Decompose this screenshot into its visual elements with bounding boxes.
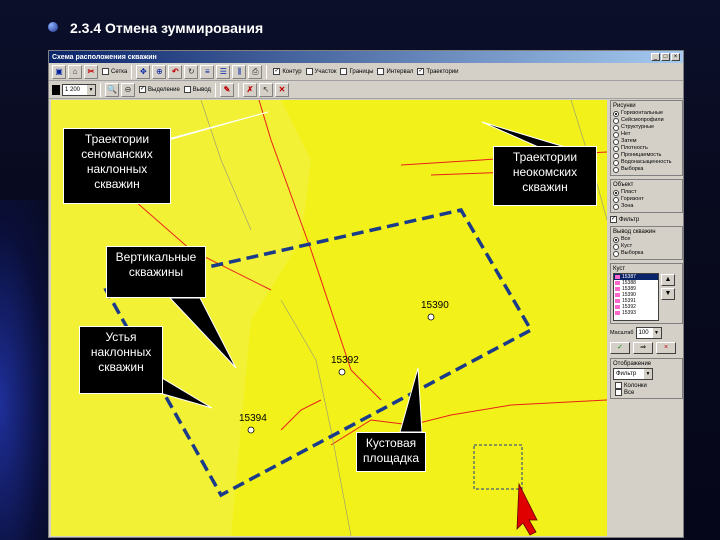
toolbar-separator [131, 64, 133, 79]
layer-option[interactable]: Выборка [613, 166, 680, 173]
action-buttons: ✓ ⇒ × [610, 342, 683, 354]
toolbar-separator [214, 82, 216, 97]
scale-combo[interactable]: 1 200 ▼ [62, 83, 96, 96]
well-label: 15392 [331, 355, 359, 366]
list-down-button[interactable]: ▼ [661, 288, 675, 300]
layer-option[interactable]: Проницаемость [613, 152, 680, 159]
wells-output-group: Вывод скважин Все Куст Выборка [610, 226, 683, 260]
color-swatch[interactable] [52, 84, 60, 95]
callout-neocomian: Траектории неокомских скважин [493, 146, 597, 206]
window-title: Схема расположения скважин [52, 53, 157, 61]
callout-vertical: Вертикальные скважины [106, 246, 206, 298]
callout-wellheads: Устья наклонных скважин [79, 326, 163, 394]
cursor-arrow-icon [516, 482, 538, 536]
cancel-button[interactable]: × [656, 342, 676, 354]
callout-pad: Кустовая площадка [356, 432, 426, 472]
print-icon[interactable]: ⎙ [248, 64, 263, 79]
filter-checkbox[interactable]: ✓ Фильтр [610, 216, 683, 223]
cut-icon[interactable]: ✂ [84, 64, 98, 79]
layer-option[interactable]: Плотность [613, 145, 680, 152]
save-icon[interactable]: ▣ [52, 64, 66, 79]
title-bullet-icon [48, 22, 58, 32]
toolbar-separator [100, 82, 101, 97]
side-panel: Рисунки Горизонтальные Сейсмопрофили Стр… [610, 100, 683, 536]
zoom-in-icon[interactable]: ⊕ [152, 64, 167, 79]
well-marker[interactable] [427, 313, 435, 321]
wells-list-group: Куст 15387 15388 15389 15390 15391 15392… [610, 263, 683, 324]
pan-icon[interactable]: ✥ [136, 64, 151, 79]
wells-output-option[interactable]: Куст [613, 243, 680, 250]
wells-list-title: Куст [613, 266, 626, 272]
open-icon[interactable]: ⌂ [68, 64, 82, 79]
selection-checkbox[interactable]: ✓ Выделение [139, 86, 180, 93]
wells-list[interactable]: 15387 15388 15389 15390 15391 15392 1539… [613, 273, 659, 321]
pointer-icon[interactable]: ↖ [258, 82, 273, 97]
well-marker[interactable] [247, 426, 255, 434]
layer-option[interactable]: Горизонтальные [613, 110, 680, 117]
bounds-checkbox[interactable]: Границы [340, 68, 373, 75]
zoom-label: Масштаб [610, 330, 634, 336]
zoom-row: Масштаб 100 ▼ [610, 327, 683, 339]
columns-icon[interactable]: ⫼ [232, 64, 247, 79]
draw-icon[interactable]: ✗ [242, 82, 257, 97]
toolbar-separator [237, 82, 239, 97]
zoom-selection-box [473, 444, 523, 490]
zoom-out-icon[interactable]: ⊖ [121, 82, 135, 97]
delete-icon[interactable]: ✕ [274, 82, 289, 97]
minimize-button[interactable]: _ [651, 53, 660, 61]
zoom-icon[interactable]: 🔍 [105, 82, 119, 97]
maximize-button[interactable]: □ [661, 53, 670, 61]
list-up-button[interactable]: ▲ [661, 274, 675, 286]
layer-option[interactable]: Затем [613, 138, 680, 145]
zoom-combo[interactable]: 100 ▼ [635, 327, 662, 339]
slide-title: 2.3.4 Отмена зуммирования [70, 20, 264, 36]
list-item[interactable]: 15393 [614, 310, 658, 316]
interval-checkbox[interactable]: Интервал [377, 68, 413, 75]
display-combo[interactable]: Фильтр ▼ [613, 368, 653, 380]
undo-zoom-icon[interactable]: ↶ [168, 64, 183, 79]
callout-cenomanian: Траектории сеноманских наклонных скважин [63, 128, 171, 204]
wells-output-option[interactable]: Выборка [613, 250, 680, 257]
grid-checkbox[interactable]: Сетка [102, 68, 127, 75]
well-label: 15390 [421, 300, 449, 311]
well-label: 15394 [239, 413, 267, 424]
contour-checkbox[interactable]: ✓ Контур [273, 68, 302, 75]
toolbar-main: ▣ ⌂ ✂ Сетка ✥ ⊕ ↶ ↻ ≡ ☰ ⫼ ⎙ ✓ Контур Учас… [49, 63, 683, 81]
refresh-icon[interactable]: ↻ [184, 64, 199, 79]
contour-line [280, 299, 352, 536]
layer-option[interactable]: Сейсмопрофили [613, 117, 680, 124]
toolbar-separator [266, 64, 268, 79]
layers-group: Рисунки Горизонтальные Сейсмопрофили Стр… [610, 100, 683, 176]
wells-output-title: Вывод скважин [613, 229, 656, 235]
object-title: Объект [613, 182, 634, 188]
pencil-icon[interactable]: ✎ [219, 82, 234, 97]
layers-title: Рисунки [613, 103, 636, 109]
trajectory-checkbox[interactable]: ✓ Траектории [417, 68, 459, 75]
layer-option[interactable]: Водонасыщенность [613, 159, 680, 166]
area-checkbox[interactable]: Участок [305, 68, 336, 75]
close-button[interactable]: × [671, 53, 680, 61]
display-title: Отображение [613, 361, 652, 367]
layer-option[interactable]: Нет [613, 131, 680, 138]
list-icon[interactable]: ☰ [216, 64, 231, 79]
display-group: Отображение Фильтр ▼ Колонки Все [610, 358, 683, 399]
wells-output-option[interactable]: Все [613, 236, 680, 243]
object-option[interactable]: Пласт [613, 189, 680, 196]
object-option[interactable]: Зона [613, 203, 680, 210]
output-checkbox[interactable]: Вывод [183, 86, 211, 93]
apply-button[interactable]: ⇒ [633, 342, 653, 354]
well-marker[interactable] [338, 368, 346, 376]
all-checkbox[interactable]: Все [615, 389, 680, 396]
layer-option[interactable]: Структурные [613, 124, 680, 131]
object-group: Объект Пласт Горизонт Зона [610, 179, 683, 213]
window-titlebar[interactable]: Схема расположения скважин _ □ × [49, 51, 683, 63]
toolbar-secondary: 1 200 ▼ 🔍 ⊖ ✓ Выделение Вывод ✎ ✗ ↖ ✕ [49, 81, 683, 99]
object-option[interactable]: Горизонт [613, 196, 680, 203]
trajectory-line [280, 399, 322, 431]
layers-icon[interactable]: ≡ [200, 64, 215, 79]
columns-checkbox[interactable]: Колонки [615, 382, 680, 389]
slide-decoration [0, 200, 55, 540]
ok-button[interactable]: ✓ [610, 342, 630, 354]
